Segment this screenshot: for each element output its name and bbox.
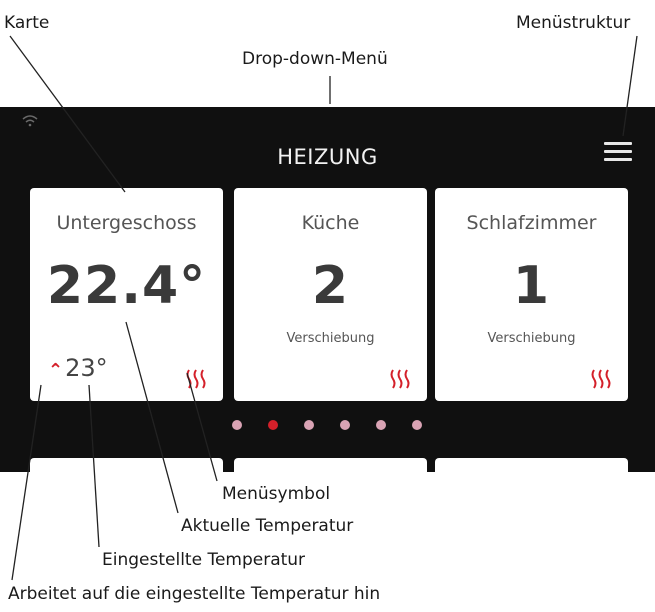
current-temperature: 22.4° [46, 256, 207, 316]
card-title: Untergeschoss [56, 212, 197, 234]
pagination-dots [0, 420, 655, 434]
heating-waves-icon [390, 369, 410, 389]
card-kueche[interactable]: Küche 2 Verschiebung [234, 188, 427, 401]
offset-value: 1 [512, 256, 551, 316]
pagination-dot[interactable] [232, 420, 242, 430]
screen-title: HEIZUNG [277, 145, 378, 169]
heating-waves-icon [186, 369, 206, 389]
double-chevron-up-icon: ⌃ [48, 360, 64, 381]
card-title: Schlafzimmer [466, 212, 597, 234]
offset-label: Verschiebung [286, 331, 375, 346]
card-partial[interactable] [30, 458, 223, 472]
device-screen: HEIZUNG Untergeschoss 22.4° ⌃23° Küche 2… [0, 107, 655, 472]
setpoint: ⌃23° [48, 354, 108, 382]
pagination-dot[interactable] [340, 420, 350, 430]
offset-value: 2 [311, 256, 350, 316]
heating-waves-icon [591, 369, 611, 389]
callout-dropdown-menu: Drop-down-Menü [242, 49, 388, 69]
card-schlafzimmer[interactable]: Schlafzimmer 1 Verschiebung [435, 188, 628, 401]
pagination-dot[interactable] [304, 420, 314, 430]
callout-eingestellte-temperatur: Eingestellte Temperatur [102, 550, 306, 570]
setpoint-temperature: 23° [65, 354, 108, 382]
card-untergeschoss[interactable]: Untergeschoss 22.4° ⌃23° [30, 188, 223, 401]
pagination-dot-active[interactable] [268, 420, 278, 430]
callout-karte: Karte [4, 13, 50, 33]
callout-aktuelle-temperatur: Aktuelle Temperatur [181, 516, 354, 536]
pagination-dot[interactable] [412, 420, 422, 430]
card-partial[interactable] [234, 458, 427, 472]
callout-arbeitet: Arbeitet auf die eingestellte Temperatur… [8, 584, 381, 604]
wifi-icon [22, 115, 38, 127]
card-partial[interactable] [435, 458, 628, 472]
callout-menustruktur: Menüstruktur [516, 13, 631, 33]
hamburger-menu-icon[interactable] [604, 140, 632, 164]
offset-label: Verschiebung [487, 331, 576, 346]
card-title: Küche [301, 212, 360, 234]
pagination-dot[interactable] [376, 420, 386, 430]
callout-menusymbol: Menüsymbol [222, 484, 331, 504]
